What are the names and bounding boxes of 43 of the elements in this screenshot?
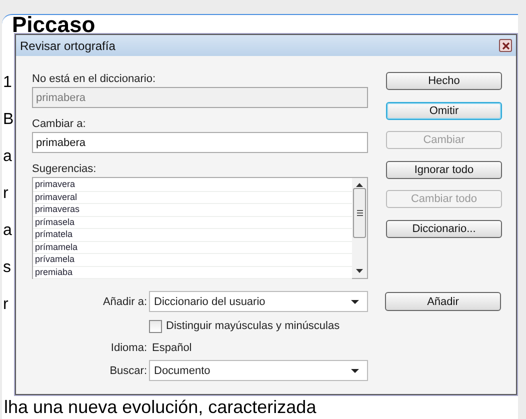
document-text: s [3,259,11,277]
dialog-button[interactable]: Omitir [386,102,502,120]
add-button[interactable]: Añadir [385,292,501,311]
document-text: r [3,185,8,203]
document-text: lha una nueva evolución, caracterizada [4,397,316,418]
dialog-button[interactable]: Ignorar todo [386,160,502,178]
scrollbar[interactable] [352,178,367,278]
field-label: Buscar: [108,364,148,376]
dropdown-caret-icon [351,368,359,372]
document-text: a [3,148,12,166]
document-text: r [3,296,8,314]
close-button[interactable] [499,39,512,52]
checkbox-label: Distinguir mayúsculas y minúsculas [166,320,340,332]
grip-icon [356,210,362,216]
dialog-button[interactable]: Hecho [386,72,502,90]
dropdown-caret-icon [351,300,359,304]
dialog-button[interactable]: Diccionario... [386,220,502,238]
document-text: 1 [3,74,12,92]
close-icon [502,42,510,50]
suggestion-item[interactable]: primaveral [33,192,352,204]
document-text: a [3,222,12,240]
change-to-field[interactable]: primabera [32,132,368,153]
suggestion-item[interactable]: prímamela [33,242,352,254]
language-value: Español [151,342,192,354]
checkbox[interactable] [149,320,162,332]
suggestion-item[interactable]: prímasela [33,216,352,229]
document-text: B [3,111,14,129]
scroll-thumb[interactable] [353,188,366,238]
document-heading: Piccaso [12,15,96,34]
field-label: Idioma: [110,342,148,354]
suggestion-item[interactable]: primavera [33,179,352,192]
suggestion-item[interactable]: prímatela [33,229,352,242]
suggestion-item[interactable]: primaveras [33,204,352,216]
field-label: No está en el diccionario: [32,72,157,87]
search-scope-dropdown[interactable]: Documento [149,360,368,381]
suggestion-item[interactable]: premiaba [33,266,352,279]
field-label: Cambiar a: [32,117,87,132]
dialog-title: Revisar ortografía [20,38,116,52]
field-label: Añadir a: [102,296,148,308]
suggestion-item[interactable]: prívamela [33,254,352,266]
scroll-down-icon[interactable] [356,269,363,273]
dictionary-dropdown[interactable]: Diccionario del usuario [149,291,368,312]
field-label: Sugerencias: [32,162,98,177]
